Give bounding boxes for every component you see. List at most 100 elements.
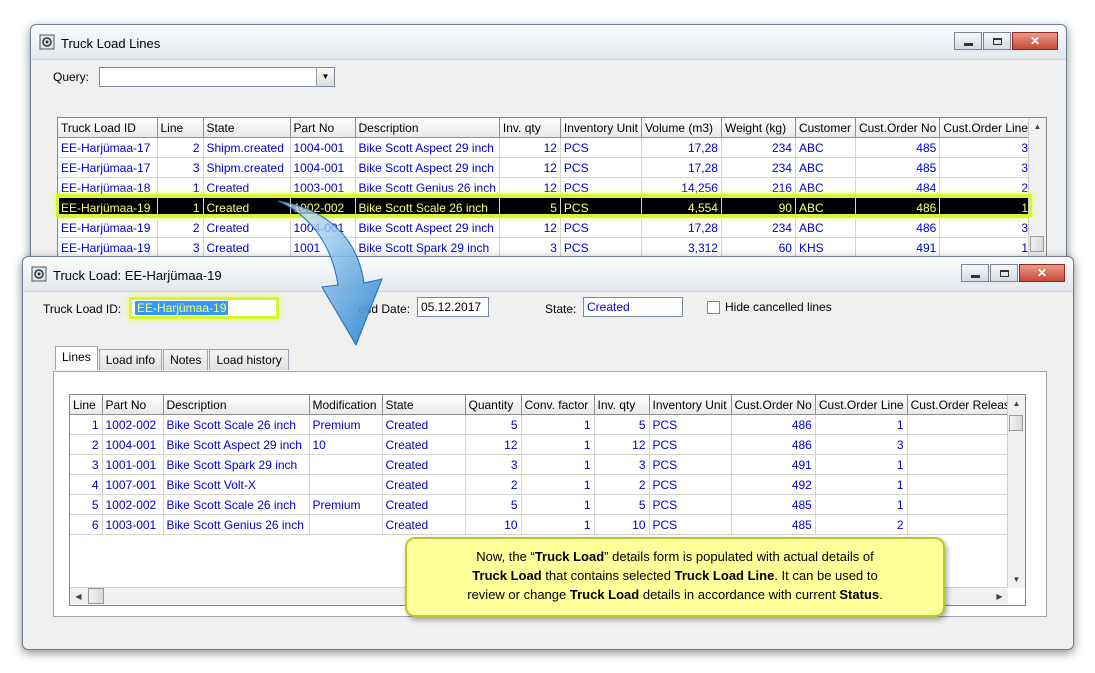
table-cell[interactable]	[309, 454, 383, 475]
column-header[interactable]: Quantity	[465, 395, 522, 415]
table-cell[interactable]: 3	[465, 454, 522, 475]
table-cell[interactable]: 5	[70, 494, 103, 515]
table-cell[interactable]: Created	[382, 434, 466, 455]
table-cell[interactable]: 1	[521, 414, 595, 435]
column-header[interactable]: Part No	[102, 395, 164, 415]
table-cell[interactable]: 12	[499, 157, 561, 178]
table-cell[interactable]: 486	[731, 414, 816, 435]
table-cell[interactable]: PCS	[560, 217, 642, 238]
table-cell[interactable]: 2	[70, 434, 103, 455]
table-cell[interactable]: 5	[594, 494, 650, 515]
table-cell[interactable]: Bike Scott Aspect 29 inch	[355, 137, 500, 158]
table-cell[interactable]: 1004-001	[290, 157, 356, 178]
table-cell[interactable]: ABC	[795, 137, 856, 158]
table-cell[interactable]: 12	[465, 434, 522, 455]
scroll-down-icon[interactable]: ▼	[1008, 571, 1025, 588]
table-cell[interactable]: 485	[731, 514, 816, 535]
table-cell[interactable]: 1001-001	[102, 454, 164, 475]
vertical-scrollbar[interactable]: ▲	[1028, 118, 1046, 256]
table-cell[interactable]: 3	[939, 137, 1033, 158]
chevron-down-icon[interactable]: ▼	[316, 68, 334, 86]
table-cell[interactable]: Bike Scott Spark 29 inch	[163, 454, 310, 475]
table-cell[interactable]: Bike Scott Aspect 29 inch	[355, 157, 500, 178]
table-cell[interactable]: 3	[157, 157, 204, 178]
truck-load-id-field[interactable]: EE-Harjümaa-19	[129, 297, 279, 319]
table-cell[interactable]: Premium	[309, 494, 383, 515]
table-cell[interactable]: 1	[521, 474, 595, 495]
table-cell[interactable]: 1	[907, 494, 1021, 515]
table-row[interactable]: EE-Harjümaa-17 2 Shipm.created 1004-001 Bike…	[58, 137, 1033, 158]
table-cell[interactable]: 10	[594, 514, 650, 535]
table-cell[interactable]: 1	[907, 434, 1021, 455]
table-cell[interactable]: 1	[157, 177, 204, 198]
table-cell[interactable]: 1	[907, 454, 1021, 475]
table-cell[interactable]: Bike Scott Scale 26 inch	[163, 494, 310, 515]
table-cell[interactable]: 485	[855, 137, 941, 158]
table-cell[interactable]: 234	[721, 137, 796, 158]
table-cell[interactable]: PCS	[649, 434, 732, 455]
table-cell[interactable]: PCS	[560, 177, 642, 198]
title-bar[interactable]: Truck Load: EE-Harjümaa-19 ✕	[23, 257, 1073, 292]
table-cell[interactable]: Shipm.created	[203, 137, 291, 158]
scroll-up-icon[interactable]: ▲	[1008, 395, 1025, 412]
table-cell[interactable]: 6	[70, 514, 103, 535]
column-header[interactable]: Cust.Order No	[731, 395, 816, 415]
table-cell[interactable]: 1003-001	[102, 514, 164, 535]
table-row[interactable]: EE-Harjümaa-19 1 Created 1002-002 Bike Scott…	[58, 197, 1033, 218]
table-cell[interactable]: 17,28	[641, 157, 722, 178]
state-field[interactable]: Created	[583, 297, 683, 317]
table-cell[interactable]: 1	[907, 414, 1021, 435]
send-date-field[interactable]: 05.12.2017	[417, 297, 489, 317]
table-cell[interactable]: 1	[907, 474, 1021, 495]
column-header[interactable]: Customer	[795, 118, 856, 138]
minimize-button[interactable]	[961, 264, 989, 282]
table-cell[interactable]: 3	[939, 157, 1033, 178]
scroll-up-icon[interactable]: ▲	[1029, 118, 1046, 135]
table-row[interactable]: EE-Harjümaa-18 1 Created 1003-001 Bike Scott…	[58, 177, 1033, 198]
table-cell[interactable]: 1	[521, 494, 595, 515]
table-cell[interactable]: 2	[157, 217, 204, 238]
table-cell[interactable]: Shipm.created	[203, 157, 291, 178]
table-cell[interactable]: 1	[157, 197, 204, 218]
table-row[interactable]: 5 1002-002 Bike Scott Scale 26 inch Premium…	[70, 494, 1021, 515]
close-button[interactable]: ✕	[1019, 264, 1065, 282]
table-cell[interactable]: 1	[815, 494, 908, 515]
column-header[interactable]: Truck Load ID	[58, 118, 158, 138]
table-cell[interactable]: 5	[499, 197, 561, 218]
table-cell[interactable]	[309, 474, 383, 495]
column-header[interactable]: Part No	[290, 118, 356, 138]
column-header[interactable]: Inv. qty	[594, 395, 650, 415]
table-cell[interactable]: 14,256	[641, 177, 722, 198]
column-header[interactable]: Line	[70, 395, 103, 415]
table-cell[interactable]: PCS	[649, 474, 732, 495]
table-cell[interactable]: 12	[594, 434, 650, 455]
table-cell[interactable]: 10	[465, 514, 522, 535]
table-cell[interactable]: EE-Harjümaa-19	[58, 217, 158, 238]
table-row[interactable]: EE-Harjümaa-19 3 Created 1001 Bike Scott Spa…	[58, 237, 1033, 256]
table-cell[interactable]: EE-Harjümaa-17	[58, 157, 158, 178]
table-cell[interactable]: PCS	[649, 414, 732, 435]
table-row[interactable]: 4 1007-001 Bike Scott Volt-X Created 2 1 2 PCS 4…	[70, 474, 1021, 495]
column-header[interactable]: Cust.Order Line	[939, 118, 1033, 138]
column-header[interactable]: Cust.Order Line	[815, 395, 908, 415]
table-cell[interactable]: PCS	[649, 494, 732, 515]
table-cell[interactable]: 1	[815, 474, 908, 495]
table-cell[interactable]: 3	[499, 237, 561, 256]
table-cell[interactable]: Created	[382, 474, 466, 495]
table-cell[interactable]: 2	[815, 514, 908, 535]
column-header[interactable]: State	[382, 395, 466, 415]
table-cell[interactable]: 1	[815, 454, 908, 475]
vertical-scrollbar[interactable]: ▲ ▼	[1007, 395, 1025, 588]
table-cell[interactable]: 485	[855, 157, 941, 178]
table-cell[interactable]: 1004-001	[290, 137, 356, 158]
table-cell[interactable]: 12	[499, 217, 561, 238]
table-cell[interactable]: 1	[939, 237, 1033, 256]
table-cell[interactable]: 1002-002	[102, 494, 164, 515]
table-cell[interactable]: 3,312	[641, 237, 722, 256]
table-row[interactable]: 3 1001-001 Bike Scott Spark 29 inch Created…	[70, 454, 1021, 475]
column-header[interactable]: Modification	[309, 395, 383, 415]
table-cell[interactable]: EE-Harjümaa-19	[58, 197, 158, 218]
table-cell[interactable]: 1	[70, 414, 103, 435]
table-cell[interactable]	[309, 514, 383, 535]
table-cell[interactable]: 3	[815, 434, 908, 455]
